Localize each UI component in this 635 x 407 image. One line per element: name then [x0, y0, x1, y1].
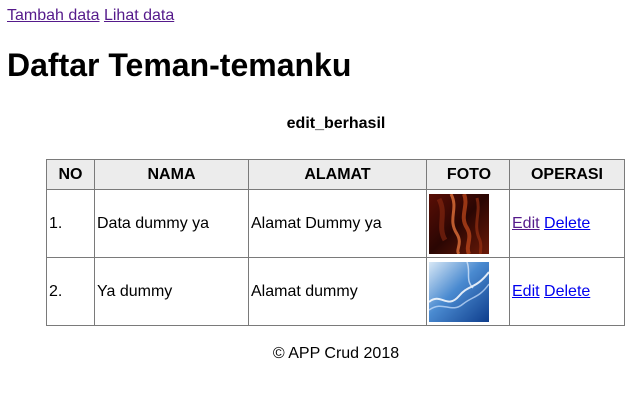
cell-operasi: Edit Delete: [509, 189, 625, 258]
cell-foto: [426, 257, 510, 326]
table-row: 1. Data dummy ya Alamat Dummy ya Edit De…: [46, 189, 625, 258]
header-foto: FOTO: [426, 159, 510, 190]
header-no: NO: [46, 159, 95, 190]
delete-link[interactable]: Delete: [544, 215, 590, 232]
cell-nama: Ya dummy: [94, 257, 249, 326]
page: Tambah data Lihat data Daftar Teman-tema…: [0, 0, 635, 407]
edit-link[interactable]: Edit: [512, 283, 540, 300]
table-header-row: NO NAMA ALAMAT FOTO OPERASI: [46, 159, 625, 190]
flash-message: edit_berhasil: [286, 115, 386, 132]
cell-operasi: Edit Delete: [509, 257, 625, 326]
red-abstract-photo: [429, 193, 489, 254]
table-row: 2. Ya dummy Alamat dummy Edit Delete: [46, 257, 625, 326]
footer-copyright: © APP Crud 2018: [272, 345, 400, 362]
header-nama: NAMA: [94, 159, 249, 190]
cell-nama: Data dummy ya: [94, 189, 249, 258]
cell-foto: [426, 189, 510, 258]
delete-link[interactable]: Delete: [544, 283, 590, 300]
cell-no: 1.: [46, 189, 95, 258]
cell-alamat: Alamat Dummy ya: [248, 189, 427, 258]
cell-no: 2.: [46, 257, 95, 326]
friends-table: NO NAMA ALAMAT FOTO OPERASI 1. Data dumm…: [46, 159, 625, 326]
header-operasi: OPERASI: [509, 159, 625, 190]
blue-abstract-photo: [429, 261, 489, 322]
top-nav: Tambah data Lihat data: [7, 6, 174, 26]
edit-link[interactable]: Edit: [512, 215, 540, 232]
header-alamat: ALAMAT: [248, 159, 427, 190]
nav-link-tambah-data[interactable]: Tambah data: [7, 7, 100, 24]
nav-link-lihat-data[interactable]: Lihat data: [104, 7, 174, 24]
cell-alamat: Alamat dummy: [248, 257, 427, 326]
page-title: Daftar Teman-temanku: [7, 47, 352, 83]
